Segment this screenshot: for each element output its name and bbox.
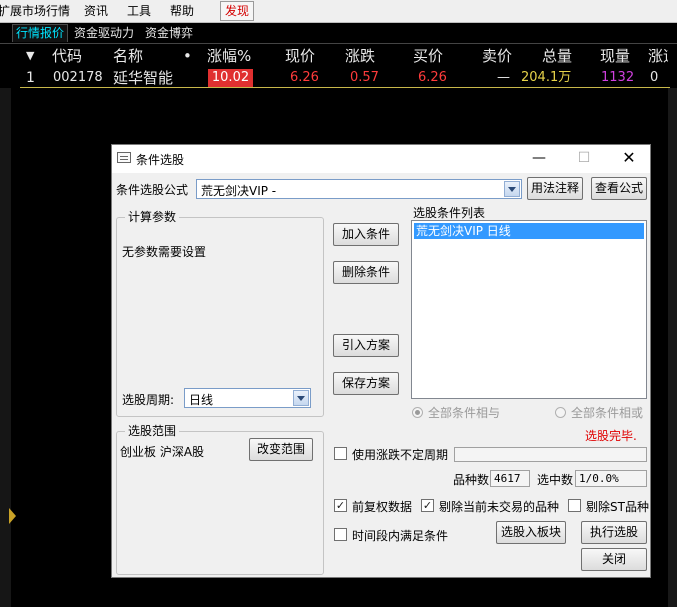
delete-condition-button[interactable]: 删除条件 (333, 261, 399, 284)
list-item[interactable]: 荒无剑决VIP 日线 (414, 223, 644, 239)
forward-adjust-label: 前复权数据 (352, 500, 413, 514)
limit-period-field (454, 447, 647, 462)
header-price[interactable]: 现价 (285, 46, 315, 66)
right-scroll-strip[interactable] (668, 88, 677, 607)
usage-notes-button[interactable]: 用法注释 (527, 177, 583, 200)
tab-quotes[interactable]: 行情报价 (12, 24, 69, 42)
time-range-checkbox[interactable] (334, 528, 347, 541)
stock-code: 002178 (53, 70, 103, 85)
table-row[interactable]: 1 002178 延华智能 10.02 6.26 0.57 6.26 — 204… (0, 69, 677, 87)
use-limit-period-label: 使用涨跌不定周期 (352, 448, 449, 462)
period-select-value: 日线 (189, 393, 214, 407)
menu-item-tools[interactable]: 工具 (127, 3, 151, 19)
expand-arrow-icon[interactable] (9, 508, 16, 524)
header-bid[interactable]: 买价 (413, 46, 443, 66)
menu-item-discover[interactable]: 发现 (220, 1, 255, 21)
use-limit-period-checkbox[interactable] (334, 447, 347, 460)
header-speed[interactable]: 涨速 (648, 46, 668, 66)
exclude-inactive-label: 剔除当前未交易的品种 (439, 500, 560, 514)
header-change-pct[interactable]: 涨幅% (207, 46, 251, 66)
change-pct-badge: 10.02 (208, 69, 253, 87)
chevron-down-icon[interactable] (504, 181, 520, 197)
execute-selection-button[interactable]: 执行选股 (581, 521, 647, 544)
count-label: 品种数 (453, 473, 490, 487)
stock-volume: 204.1万 (521, 70, 572, 85)
radio-all-or[interactable] (555, 407, 566, 418)
exclude-st-label: 剔除ST品种 (586, 500, 649, 514)
close-button[interactable]: 关闭 (581, 548, 647, 571)
condition-list-title: 选股条件列表 (413, 206, 486, 220)
scope-text: 创业板 沪深A股 (120, 445, 205, 459)
chevron-down-icon[interactable] (293, 390, 309, 406)
radio-all-and[interactable] (412, 407, 423, 418)
add-condition-button[interactable]: 加入条件 (333, 223, 399, 246)
change-scope-button[interactable]: 改变范围 (249, 438, 313, 461)
scope-group-title: 选股范围 (125, 424, 180, 438)
tab-fund-game[interactable]: 资金博弈 (142, 25, 196, 42)
forward-adjust-checkbox[interactable]: ✓ (334, 499, 347, 512)
quote-tabs: 行情报价 资金驱动力 资金博弈 (0, 23, 677, 44)
dialog-app-icon (117, 152, 131, 163)
save-plan-button[interactable]: 保存方案 (333, 372, 399, 395)
stock-bid: 6.26 (418, 70, 447, 85)
period-label: 选股周期: (122, 393, 175, 407)
stock-current-volume: 1132 (601, 70, 635, 85)
stock-speed: 0 (650, 70, 659, 85)
import-plan-button[interactable]: 引入方案 (333, 334, 399, 357)
exclude-st-checkbox[interactable] (568, 499, 581, 512)
header-code[interactable]: 代码 (52, 46, 82, 66)
status-text: 选股完毕. (585, 429, 637, 443)
selected-value: 1/0.0% (575, 470, 647, 487)
tab-fund-drive[interactable]: 资金驱动力 (71, 25, 137, 42)
menu-item-extended-market[interactable]: 扩展市场行情 (0, 3, 70, 19)
sort-arrow-icon[interactable]: ▼ (26, 46, 34, 66)
dialog-titlebar[interactable]: 条件选股 — ☐ ✕ (112, 145, 650, 173)
stock-price: 6.26 (290, 70, 319, 85)
quote-table-header: ▼ 代码 名称 • 涨幅% 现价 涨跌 买价 卖价 总量 现量 涨速 (0, 46, 677, 66)
header-volume[interactable]: 总量 (542, 46, 572, 66)
menu-item-news[interactable]: 资讯 (84, 3, 108, 19)
close-icon[interactable]: ✕ (615, 147, 643, 169)
stock-name: 延华智能 (113, 69, 174, 87)
minimize-icon[interactable]: — (525, 147, 553, 169)
add-to-block-button[interactable]: 选股入板块 (496, 521, 566, 544)
dialog-title: 条件选股 (136, 153, 185, 167)
formula-label: 条件选股公式 (116, 183, 189, 197)
row-selection-line (20, 87, 670, 88)
menu-item-help[interactable]: 帮助 (170, 3, 194, 19)
header-ask[interactable]: 卖价 (482, 46, 512, 66)
radio-all-or-label: 全部条件相或 (571, 406, 644, 420)
left-panel-strip (0, 88, 11, 607)
selected-label: 选中数 (537, 473, 574, 487)
count-value: 4617 (490, 470, 530, 487)
params-text: 无参数需要设置 (122, 245, 207, 259)
row-index: 1 (26, 70, 35, 86)
view-formula-button[interactable]: 查看公式 (591, 177, 647, 200)
stock-ask: — (497, 70, 510, 85)
header-name[interactable]: 名称 (113, 46, 143, 66)
maximize-icon[interactable]: ☐ (570, 147, 598, 169)
radio-all-and-label: 全部条件相与 (428, 406, 501, 420)
header-change[interactable]: 涨跌 (345, 46, 375, 66)
menu-bar: 扩展市场行情 资讯 工具 帮助 发现 (0, 0, 677, 23)
formula-select-value: 荒无剑决VIP - (201, 184, 277, 198)
stock-change: 0.57 (350, 70, 379, 85)
time-range-label: 时间段内满足条件 (352, 529, 449, 543)
formula-select[interactable]: 荒无剑决VIP - (196, 179, 522, 199)
period-select[interactable]: 日线 (184, 388, 311, 408)
condition-list[interactable]: 荒无剑决VIP 日线 (411, 220, 647, 399)
condition-stock-picker-dialog: 条件选股 — ☐ ✕ 条件选股公式 荒无剑决VIP - 用法注释 查看公式 计算… (111, 144, 651, 578)
params-group-title: 计算参数 (125, 210, 180, 224)
header-current-volume[interactable]: 现量 (600, 46, 630, 66)
header-dot: • (183, 47, 192, 65)
exclude-inactive-checkbox[interactable]: ✓ (421, 499, 434, 512)
